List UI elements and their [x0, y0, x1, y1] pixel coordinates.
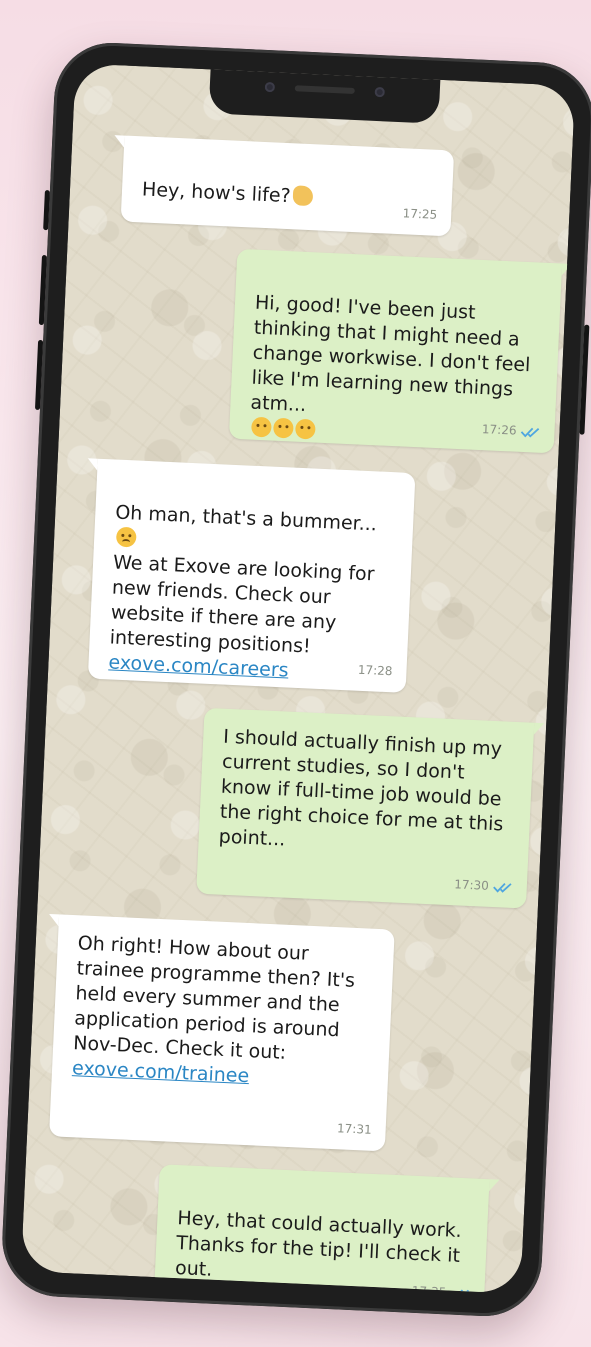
message-meta: 17:28 [357, 658, 393, 685]
chat-screen[interactable]: Hey, how's life? 17:25 Hi, good! I've be… [20, 63, 576, 1294]
volume-down-button [34, 339, 44, 411]
message-text: Hey, that could actually work. Thanks fo… [173, 1181, 468, 1294]
double-check-read-icon [520, 427, 540, 438]
sunglasses-face-icon [217, 1284, 239, 1294]
phone-notch [208, 69, 441, 124]
volume-up-button [38, 254, 47, 326]
message-time: 17:31 [336, 1121, 372, 1137]
message-time: 17:26 [481, 422, 517, 438]
message-meta: 17:26 [481, 417, 541, 445]
message-text: Oh right! How about our trainee programm… [72, 932, 356, 1064]
message-text: I should actually finish up my current s… [218, 725, 504, 851]
mute-switch [43, 190, 50, 231]
double-check-read-icon [493, 882, 512, 893]
message-bubble-incoming[interactable]: Oh right! How about our trainee programm… [49, 914, 395, 1152]
message-time: 17:30 [453, 877, 490, 893]
thinking-face-icon [250, 416, 272, 438]
message-bubble-outgoing[interactable]: I should actually finish up my current s… [196, 707, 535, 909]
message-list[interactable]: Hey, how's life? 17:25 Hi, good! I've be… [21, 119, 573, 1294]
front-camera-icon [264, 81, 276, 93]
sunglasses-face-icon [239, 1285, 261, 1294]
thinking-face-icon [272, 417, 294, 439]
message-text: Oh man, that's a bummer... We at Exove a… [109, 501, 378, 658]
thumbs-up-icon [175, 1282, 195, 1294]
page-background: Hey, how's life? 17:25 Hi, good! I've be… [0, 0, 591, 1347]
message-meta: 17:35 [411, 1279, 471, 1294]
message-text: Hey, how's life? [141, 152, 433, 215]
message-bubble-outgoing[interactable]: Hey, that could actually work. Thanks fo… [153, 1164, 490, 1294]
speaker-grille [294, 85, 355, 94]
thinking-face-icon [294, 418, 316, 440]
waving-hand-icon [292, 185, 314, 207]
message-meta: 17:30 [454, 872, 514, 900]
phone-frame: Hey, how's life? 17:25 Hi, good! I've be… [0, 40, 591, 1319]
message-meta: 17:25 [402, 201, 438, 228]
message-bubble-outgoing[interactable]: Hi, good! I've been just thinking that I… [228, 248, 563, 454]
message-bubble-incoming[interactable]: Hey, how's life? 17:25 [120, 135, 455, 237]
message-meta: 17:31 [337, 1116, 373, 1143]
double-check-read-icon [450, 1288, 470, 1294]
sad-face-icon [115, 526, 137, 548]
sunglasses-face-icon [195, 1283, 217, 1294]
power-button [579, 324, 590, 435]
message-bubble-incoming[interactable]: Oh man, that's a bummer... We at Exove a… [87, 458, 416, 693]
sensor-icon [374, 86, 385, 98]
message-time: 17:35 [411, 1283, 447, 1294]
message-time: 17:28 [357, 662, 393, 679]
message-time: 17:25 [402, 206, 438, 222]
